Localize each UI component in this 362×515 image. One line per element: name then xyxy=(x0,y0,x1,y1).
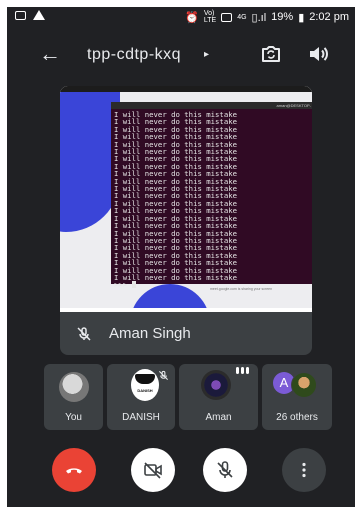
participant-name: DANISH xyxy=(122,412,160,423)
presenter-bar: Aman Singh xyxy=(60,314,312,355)
terminal-line: I will never do this mistake xyxy=(114,272,238,282)
shared-desktop: aman@DESKTOP- I will never do this mista… xyxy=(60,86,312,308)
participant-name: You xyxy=(65,412,82,423)
presentation-tile[interactable]: aman@DESKTOP- I will never do this mista… xyxy=(60,86,312,355)
avatar xyxy=(59,372,89,402)
meeting-code[interactable]: tpp-cdtp-kxq xyxy=(87,46,181,64)
status-bar: ⏰ Vo) LTE 4G ▯.ıl 19% ▮ 2:02 pm xyxy=(7,7,355,25)
terminal-window: aman@DESKTOP- I will never do this mista… xyxy=(111,102,312,289)
alarm-icon: ⏰ xyxy=(185,11,199,24)
back-button[interactable]: ← xyxy=(35,41,65,67)
back-arrow-icon: ← xyxy=(39,41,61,66)
meeting-info-caret-icon[interactable]: ▸ xyxy=(204,49,209,60)
battery-icon: ▮ xyxy=(298,11,305,24)
clock: 2:02 pm xyxy=(309,11,349,23)
switch-camera-icon xyxy=(262,46,280,62)
phone-screen: ⏰ Vo) LTE 4G ▯.ıl 19% ▮ 2:02 pm ← tpp-cd… xyxy=(7,7,355,507)
data-saver-icon xyxy=(221,12,233,22)
terminal-cursor xyxy=(131,281,136,289)
alert-notification-icon xyxy=(33,10,45,20)
shared-screen: aman@DESKTOP- I will never do this mista… xyxy=(60,86,312,312)
mic-off-icon xyxy=(158,370,169,381)
more-vert-icon xyxy=(302,462,306,478)
volte-indicator: Vo) LTE xyxy=(203,10,217,24)
share-notice: meet.google.com is sharing your screen xyxy=(210,287,273,291)
more-options-button[interactable] xyxy=(282,448,326,492)
speaker-button[interactable] xyxy=(307,42,331,66)
toggle-mic-button[interactable] xyxy=(203,448,247,492)
participant-tile-others[interactable]: A 26 others xyxy=(262,364,332,430)
participant-strip: You DANISH DANISH Aman A 26 others xyxy=(44,364,344,430)
avatar xyxy=(201,370,231,400)
meeting-header: ← tpp-cdtp-kxq ▸ xyxy=(7,35,355,75)
hang-up-icon xyxy=(66,468,82,474)
participant-tile-danish[interactable]: DANISH DANISH xyxy=(107,364,175,430)
toggle-camera-button[interactable] xyxy=(131,448,175,492)
battery-percent: 19% xyxy=(271,11,294,23)
terminal-titlebar: aman@DESKTOP- xyxy=(111,102,312,109)
participant-tile-you[interactable]: You xyxy=(44,364,103,430)
network-type: 4G xyxy=(237,13,247,21)
gallery-notification-icon xyxy=(15,10,26,20)
terminal-output: I will never do this mistake I will never… xyxy=(111,109,312,289)
terminal-title: aman@DESKTOP- xyxy=(276,103,311,108)
participant-name: 26 others xyxy=(276,412,318,423)
speaker-icon xyxy=(310,47,328,61)
avatar-logo-text: DANISH xyxy=(137,388,153,393)
signal-icon: ▯.ıl xyxy=(251,11,267,24)
mic-off-icon xyxy=(217,461,233,478)
mic-off-icon xyxy=(77,327,91,341)
avatar xyxy=(291,372,317,398)
participant-tile-aman[interactable]: Aman xyxy=(179,364,258,430)
end-call-button[interactable] xyxy=(52,448,96,492)
speaking-indicator-icon xyxy=(236,367,249,374)
switch-camera-button[interactable] xyxy=(259,42,283,66)
call-controls xyxy=(7,448,355,492)
avatar: DANISH xyxy=(131,369,159,401)
crown-logo-icon xyxy=(135,374,155,384)
participant-name: Aman xyxy=(205,412,232,423)
camera-off-icon xyxy=(144,462,162,479)
presenter-name: Aman Singh xyxy=(109,325,191,342)
